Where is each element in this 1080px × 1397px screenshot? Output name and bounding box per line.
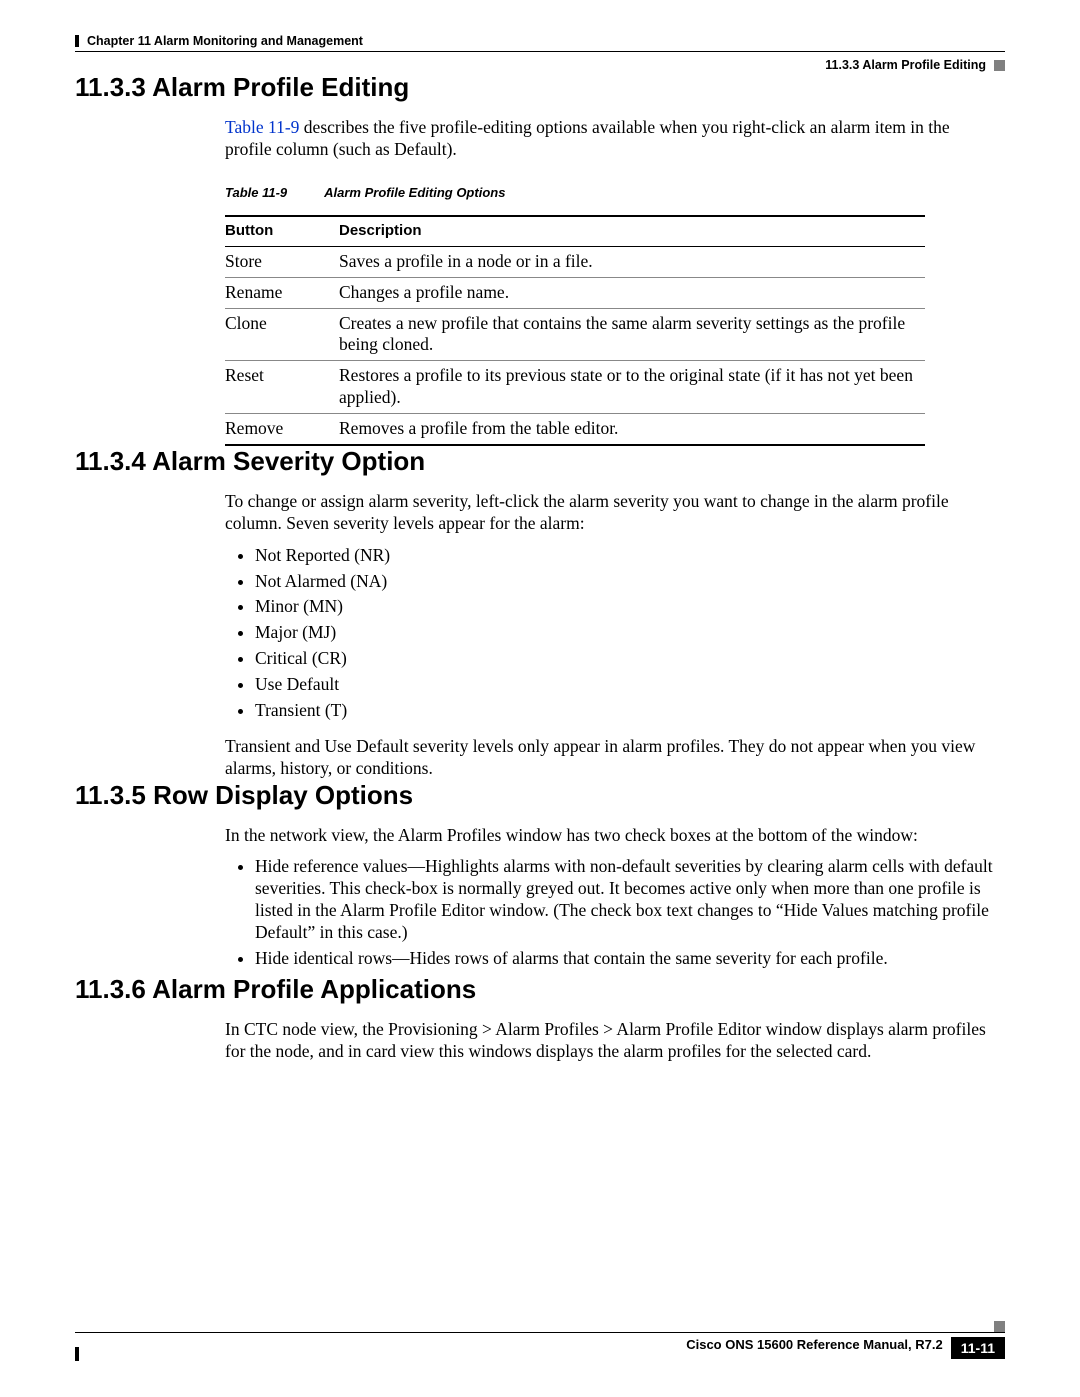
footer-square-icon xyxy=(994,1321,1005,1332)
running-subheader: 11.3.3 Alarm Profile Editing xyxy=(75,58,1005,72)
chapter-title: Chapter 11 Alarm Monitoring and Manageme… xyxy=(87,34,363,48)
cell-desc: Restores a profile to its previous state… xyxy=(339,361,925,414)
list-item: Major (MJ) xyxy=(255,622,995,644)
table-row: RemoveRemoves a profile from the table e… xyxy=(225,414,925,445)
para-11-3-3: Table 11-9 describes the five profile-ed… xyxy=(225,117,995,161)
table-row: RenameChanges a profile name. xyxy=(225,277,925,308)
table-11-9-caption: Table 11-9 Alarm Profile Editing Options xyxy=(225,185,995,201)
cell-button: Clone xyxy=(225,308,339,361)
list-item: Critical (CR) xyxy=(255,648,995,670)
heading-11-3-3: 11.3.3 Alarm Profile Editing xyxy=(75,72,1005,103)
table-row: ResetRestores a profile to its previous … xyxy=(225,361,925,414)
para-11-3-4-2: Transient and Use Default severity level… xyxy=(225,736,995,780)
cell-desc: Removes a profile from the table editor. xyxy=(339,414,925,445)
th-description: Description xyxy=(339,216,925,246)
table-row: StoreSaves a profile in a node or in a f… xyxy=(225,246,925,277)
table-title: Alarm Profile Editing Options xyxy=(324,185,505,200)
page: Chapter 11 Alarm Monitoring and Manageme… xyxy=(0,0,1080,1397)
xref-table-11-9[interactable]: Table 11-9 xyxy=(225,117,299,137)
cell-desc: Saves a profile in a node or in a file. xyxy=(339,246,925,277)
header-square-icon xyxy=(994,60,1005,71)
page-number-badge: 11-11 xyxy=(951,1337,1005,1359)
footer-rule xyxy=(75,1332,1005,1333)
cell-button: Remove xyxy=(225,414,339,445)
cell-desc: Creates a new profile that contains the … xyxy=(339,308,925,361)
para-11-3-4-1: To change or assign alarm severity, left… xyxy=(225,491,995,535)
table-number: Table 11-9 xyxy=(225,185,321,201)
heading-11-3-4: 11.3.4 Alarm Severity Option xyxy=(75,446,1005,477)
table-11-9: Button Description StoreSaves a profile … xyxy=(225,215,925,446)
heading-11-3-5: 11.3.5 Row Display Options xyxy=(75,780,1005,811)
cell-button: Store xyxy=(225,246,339,277)
header-bar-icon xyxy=(75,35,79,47)
heading-11-3-6: 11.3.6 Alarm Profile Applications xyxy=(75,974,1005,1005)
cell-desc: Changes a profile name. xyxy=(339,277,925,308)
cell-button: Rename xyxy=(225,277,339,308)
section-11-3-3-body: Table 11-9 describes the five profile-ed… xyxy=(225,117,995,446)
section-11-3-5-body: In the network view, the Alarm Profiles … xyxy=(225,825,995,970)
para-11-3-5-1: In the network view, the Alarm Profiles … xyxy=(225,825,995,847)
list-item: Transient (T) xyxy=(255,700,995,722)
th-button: Button xyxy=(225,216,339,246)
cell-button: Reset xyxy=(225,361,339,414)
list-item: Minor (MN) xyxy=(255,596,995,618)
para-11-3-3-text: describes the five profile-editing optio… xyxy=(225,117,950,159)
header-rule xyxy=(75,51,1005,52)
section-11-3-4-body: To change or assign alarm severity, left… xyxy=(225,491,995,780)
list-item: Not Alarmed (NA) xyxy=(255,571,995,593)
row-display-list: Hide reference values—Highlights alarms … xyxy=(225,856,995,969)
para-11-3-6-1: In CTC node view, the Provisioning > Ala… xyxy=(225,1019,995,1063)
table-row: CloneCreates a new profile that contains… xyxy=(225,308,925,361)
list-item: Hide reference values—Highlights alarms … xyxy=(255,856,995,944)
section-label: 11.3.3 Alarm Profile Editing xyxy=(825,58,986,72)
list-item: Use Default xyxy=(255,674,995,696)
footer-left-bar-icon xyxy=(75,1347,79,1361)
manual-title: Cisco ONS 15600 Reference Manual, R7.2 xyxy=(85,1337,951,1352)
severity-list: Not Reported (NR) Not Alarmed (NA) Minor… xyxy=(225,545,995,722)
running-header: Chapter 11 Alarm Monitoring and Manageme… xyxy=(75,34,1005,48)
list-item: Hide identical rows—Hides rows of alarms… xyxy=(255,948,995,970)
section-11-3-6-body: In CTC node view, the Provisioning > Ala… xyxy=(225,1019,995,1063)
list-item: Not Reported (NR) xyxy=(255,545,995,567)
page-footer: Cisco ONS 15600 Reference Manual, R7.2 1… xyxy=(75,1335,1005,1359)
